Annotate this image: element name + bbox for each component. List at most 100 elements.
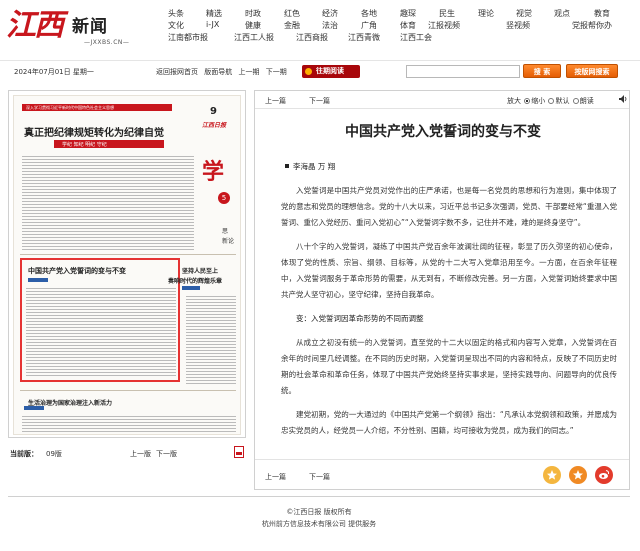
prev-article-link[interactable]: 上一篇	[265, 472, 286, 482]
article-footer: 上一篇 下一篇	[255, 459, 629, 489]
paper-text-block[interactable]	[26, 286, 176, 378]
paper-divider	[20, 390, 236, 391]
newspaper-page-image[interactable]: 深入学习贯彻习近平新时代中国特色社会主义思想 9 江西日报 真正把纪律规矩转化为…	[13, 95, 241, 435]
enlarge-label[interactable]: 放大	[507, 97, 521, 105]
search-button[interactable]: 搜 索	[523, 64, 561, 78]
nav-item[interactable]: 趣琛	[400, 8, 416, 19]
nav-item[interactable]: 头条	[168, 8, 184, 19]
shrink-radio[interactable]	[524, 98, 531, 104]
next-issue-link[interactable]: 下一期	[266, 68, 287, 76]
nav-item[interactable]: 金融	[284, 20, 300, 31]
article-paragraph: 入党誓词是中国共产党员对党作出的庄严承诺，也是每一名党员的思想和行为准则，集中体…	[281, 186, 617, 227]
nav-item[interactable]: 精选	[206, 8, 222, 19]
nav-item[interactable]: 理论	[478, 8, 494, 19]
site-logo[interactable]: 江西 新闻 —JXXBS.CN—	[6, 6, 156, 50]
logo-mark: 江西	[6, 8, 64, 43]
paper-brand: 江西日报	[202, 122, 227, 129]
article-title: 中国共产党入党誓词的变与不变	[345, 124, 541, 140]
nav-item[interactable]: 广角	[361, 20, 377, 31]
star-icon	[547, 470, 557, 480]
paper-side-headline[interactable]: 奏响时代的辉煌乐章	[168, 276, 222, 285]
nav-item[interactable]: 江西青微	[348, 32, 380, 43]
paper-text-block[interactable]	[186, 294, 236, 384]
article-paragraph: 八十个字的入党誓词，凝练了中国共产党百余年波澜壮阔的征程，彰显了历久弥坚的初心使…	[281, 242, 617, 299]
nav-row-3: 江南都市报 江西工人报 江西商报 江西青微 江西工会	[162, 32, 622, 43]
nav-item[interactable]: 江西工人报	[234, 32, 274, 43]
bullet-icon	[285, 164, 289, 168]
logo-name: 新闻	[72, 17, 108, 37]
nav-row-2: 文化 i-JX 健康 金融 法治 广角 体育 江报视频 竖视频 党报帮你办	[162, 20, 622, 31]
paper-sub-text: 学纪 知纪 明纪 守纪	[62, 142, 107, 148]
default-radio[interactable]	[548, 98, 555, 104]
nav-item[interactable]: 江西商报	[296, 32, 328, 43]
nav-item[interactable]: 教育	[594, 8, 610, 19]
site-header: 江西 新闻 —JXXBS.CN— 头条 精选 时政 红色 经济 各地 趣琛 民生…	[0, 0, 640, 58]
nav-item[interactable]: i-JX	[206, 20, 219, 29]
paper-text-block[interactable]	[22, 154, 194, 250]
page-footer: ©江西日报 版权所有 杭州前方信息技术有限公司 提供服务	[8, 496, 630, 536]
paper-blue-bar	[28, 278, 48, 282]
nav-item[interactable]: 红色	[284, 8, 300, 19]
paper-red-glyph: 学	[202, 159, 225, 185]
paper-text-block[interactable]	[22, 414, 236, 434]
nav-item[interactable]: 法治	[322, 20, 338, 31]
pdf-icon[interactable]	[234, 446, 244, 458]
next-article-link[interactable]: 下一篇	[309, 96, 330, 106]
nav-item[interactable]: 江报视频	[428, 20, 460, 31]
nav-item[interactable]: 江西工会	[400, 32, 432, 43]
shrink-label[interactable]: 缩小	[531, 97, 545, 105]
article-subheading: 变：入党誓词因革命形势的不同而调整	[296, 314, 424, 323]
next-article-link[interactable]: 下一篇	[309, 472, 330, 482]
nav-item[interactable]: 文化	[168, 20, 184, 31]
article-panel: 上一篇 下一篇 放大 缩小 默认 朗读 中国共产党入党誓词的变与不变 李海晶 万…	[254, 90, 630, 490]
paper-headline[interactable]: 真正把纪律规矩转化为纪律自觉	[24, 124, 164, 139]
fire-icon	[305, 68, 312, 75]
paper-red-circle: 5	[218, 192, 230, 204]
highlight-article-title[interactable]: 中国共产党入党誓词的变与不变	[28, 266, 126, 276]
prev-page-link[interactable]: 上一版	[130, 449, 151, 459]
home-link[interactable]: 返回报网首页	[156, 68, 198, 76]
next-page-link[interactable]: 下一版	[156, 449, 177, 459]
history-button[interactable]: 往期阅读	[302, 65, 360, 78]
author-names: 李海晶 万 翔	[293, 162, 336, 171]
nav-item[interactable]: 江南都市报	[168, 32, 208, 43]
current-page-label: 当前版：	[10, 450, 38, 458]
advanced-search-button[interactable]: 按版网搜索	[566, 64, 618, 78]
share-qzone-button[interactable]	[569, 466, 587, 484]
toolbar-links: 返回报网首页 版面导航 上一期 下一期	[156, 67, 291, 77]
nav-item[interactable]: 时政	[245, 8, 261, 19]
logo-url: —JXXBS.CN—	[84, 39, 130, 46]
nav-item[interactable]: 视觉	[516, 8, 532, 19]
default-label[interactable]: 默认	[555, 97, 569, 105]
current-date: 2024年07月01日 星期一	[14, 68, 94, 76]
paper-page-number: 9	[210, 106, 217, 117]
read-aloud-label[interactable]: 朗读	[580, 97, 594, 105]
paper-blue-bar	[24, 406, 44, 410]
weibo-icon	[599, 470, 610, 479]
toolbar: 2024年07月01日 星期一 返回报网首页 版面导航 上一期 下一期 往期阅读…	[0, 60, 640, 82]
search-input[interactable]	[406, 65, 520, 78]
page-nav-link[interactable]: 版面导航	[204, 68, 232, 76]
copyright-text: ©江西日报 版权所有	[286, 508, 352, 516]
qzone-icon	[573, 470, 583, 480]
paper-side-headline[interactable]: 坚持人民至上	[182, 266, 218, 275]
share-weibo-button[interactable]	[595, 466, 613, 484]
article-nav: 上一篇 下一篇 放大 缩小 默认 朗读	[255, 91, 629, 109]
paper-side-label: 新论	[222, 238, 235, 245]
nav-item[interactable]: 党报帮你办	[572, 20, 612, 31]
nav-item[interactable]: 观点	[554, 8, 570, 19]
read-aloud-radio[interactable]	[572, 98, 579, 104]
nav-item[interactable]: 民生	[439, 8, 455, 19]
paper-blue-bar	[182, 286, 200, 290]
speaker-icon[interactable]	[619, 95, 627, 103]
nav-item[interactable]: 各地	[361, 8, 377, 19]
newspaper-page-panel: 深入学习贯彻习近平新时代中国特色社会主义思想 9 江西日报 真正把纪律规矩转化为…	[8, 90, 246, 438]
share-favorite-button[interactable]	[543, 466, 561, 484]
prev-issue-link[interactable]: 上一期	[238, 68, 259, 76]
nav-item[interactable]: 竖视频	[506, 20, 530, 31]
nav-item[interactable]: 经济	[322, 8, 338, 19]
nav-item[interactable]: 健康	[245, 20, 261, 31]
prev-article-link[interactable]: 上一篇	[265, 96, 286, 106]
paper-banner-text: 深入学习贯彻习近平新时代中国特色社会主义思想	[26, 105, 114, 110]
nav-item[interactable]: 体育	[400, 20, 416, 31]
